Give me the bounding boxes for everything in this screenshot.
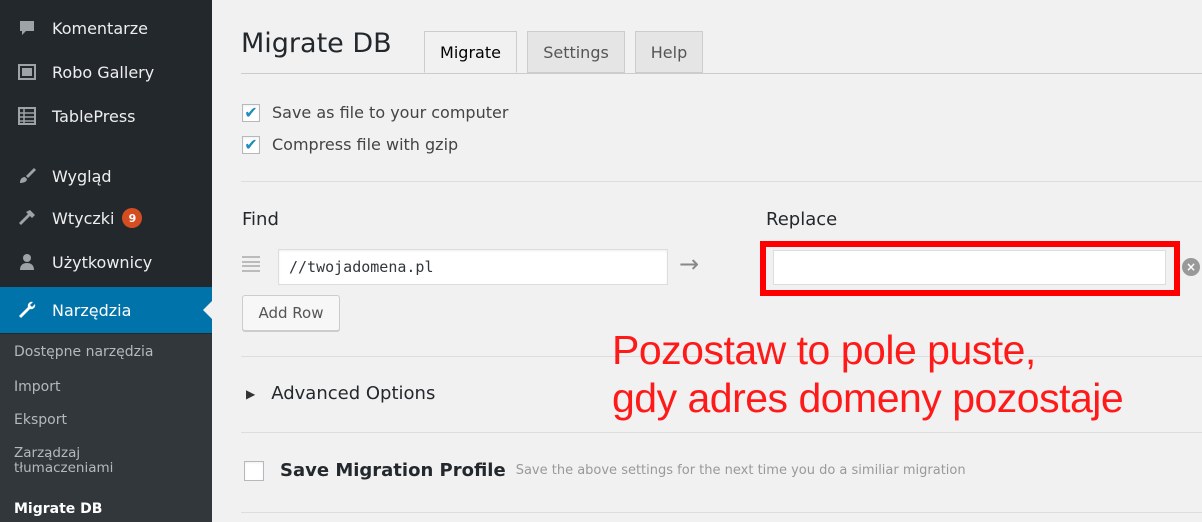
submenu-item-eksport[interactable]: Eksport: [14, 412, 67, 428]
drag-handle-icon[interactable]: [242, 256, 260, 272]
user-icon: [14, 249, 40, 275]
sidebar-item-label: Narzędzia: [52, 300, 132, 320]
plugin-icon: [14, 205, 40, 231]
sidebar-item-label: TablePress: [52, 106, 136, 126]
section-divider: [241, 432, 1202, 433]
compress-gzip-option[interactable]: ✔ Compress file with gzip: [242, 135, 458, 154]
submenu-item-import[interactable]: Import: [14, 379, 60, 395]
expand-triangle-icon: ▶: [246, 386, 256, 401]
advanced-options-label: Advanced Options: [271, 383, 436, 404]
update-count-badge: 9: [122, 208, 143, 228]
compress-gzip-checkbox[interactable]: ✔: [242, 135, 260, 154]
annotation-line1: Pozostaw to pole puste,: [612, 327, 1036, 373]
arrow-right-icon: →: [679, 250, 700, 278]
table-icon: [14, 103, 40, 129]
sidebar-item-label: Robo Gallery: [52, 62, 155, 82]
save-as-file-option[interactable]: ✔ Save as file to your computer: [242, 103, 508, 122]
page-title: Migrate DB: [241, 28, 392, 59]
remove-row-icon[interactable]: ×: [1182, 258, 1200, 276]
sidebar-item-wtyczki[interactable]: Wtyczki 9: [0, 198, 212, 238]
save-as-file-checkbox[interactable]: ✔: [242, 103, 260, 122]
add-row-button[interactable]: Add Row: [242, 295, 340, 331]
advanced-options-toggle[interactable]: ▶ Advanced Options: [246, 383, 435, 404]
sidebar-item-label: Użytkownicy: [52, 252, 153, 272]
comment-icon: [14, 15, 40, 41]
sidebar-item-label: Wygląd: [52, 166, 112, 186]
replace-field-highlight: [760, 241, 1180, 296]
wrench-icon: [14, 297, 40, 323]
save-profile-title: Save Migration Profile: [280, 460, 506, 481]
save-profile-checkbox[interactable]: [244, 460, 264, 481]
section-divider: [241, 512, 1202, 513]
sidebar-item-komentarze[interactable]: Komentarze: [0, 8, 212, 48]
submenu-item-zarzadzaj-tlumaczeniami[interactable]: Zarządzaj tłumaczeniami: [14, 446, 113, 476]
find-label: Find: [242, 209, 279, 230]
sidebar-item-label: Wtyczki: [52, 208, 115, 228]
tools-submenu: Dostępne narzędzia Import Eksport Zarząd…: [0, 334, 212, 522]
tabs-underline: [241, 73, 1202, 74]
save-migration-profile: Save Migration Profile Save the above se…: [244, 460, 966, 481]
tab-migrate[interactable]: Migrate: [424, 31, 517, 73]
tab-help[interactable]: Help: [635, 31, 703, 73]
compress-gzip-label: Compress file with gzip: [272, 135, 459, 154]
section-divider: [241, 181, 1202, 182]
brush-icon: [14, 163, 40, 189]
submenu-item-dostepne-narzedzia[interactable]: Dostępne narzędzia: [14, 344, 153, 360]
save-profile-description: Save the above settings for the next tim…: [515, 463, 966, 478]
submenu-item-label-line2: tłumaczeniami: [14, 460, 114, 476]
replace-label: Replace: [766, 209, 838, 230]
sidebar-item-tablepress[interactable]: TablePress: [0, 96, 212, 136]
sidebar-item-uzytkownicy[interactable]: Użytkownicy: [0, 242, 212, 282]
find-input[interactable]: //twojadomena.pl: [278, 249, 668, 285]
main-content: Migrate DB Migrate Settings Help ✔ Save …: [212, 0, 1202, 522]
tab-settings[interactable]: Settings: [527, 31, 625, 73]
active-menu-arrow: [203, 301, 212, 319]
sidebar-item-label: Komentarze: [52, 18, 148, 38]
submenu-item-label-line1: Zarządzaj: [14, 445, 81, 461]
annotation-line2: gdy adres domeny pozostaje: [612, 375, 1124, 421]
submenu-item-migrate-db[interactable]: Migrate DB: [14, 501, 102, 517]
sidebar-item-wyglad[interactable]: Wygląd: [0, 156, 212, 196]
sidebar-item-narzedzia[interactable]: Narzędzia: [0, 287, 212, 333]
sidebar-item-robo-gallery[interactable]: Robo Gallery: [0, 52, 212, 92]
admin-sidebar: Komentarze Robo Gallery TablePress Wyglą…: [0, 0, 212, 522]
gallery-icon: [14, 59, 40, 85]
save-as-file-label: Save as file to your computer: [272, 103, 509, 122]
